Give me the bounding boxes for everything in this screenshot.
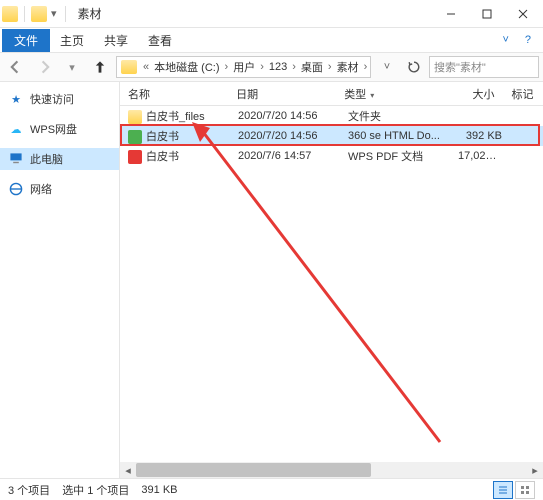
maximize-button[interactable] xyxy=(469,0,505,28)
network-icon xyxy=(8,181,24,197)
table-row[interactable]: 白皮书 2020/7/20 14:56 360 se HTML Do... 39… xyxy=(120,126,543,146)
file-rows: 白皮书_files 2020/7/20 14:56 文件夹 白皮书 2020/7… xyxy=(120,106,543,166)
cloud-icon: ☁ xyxy=(8,121,24,137)
recent-dropdown-icon[interactable]: ▾ xyxy=(60,55,84,79)
status-selection: 选中 1 个项目 xyxy=(62,482,129,498)
folder-icon xyxy=(121,60,137,74)
scroll-thumb[interactable] xyxy=(136,463,371,477)
help-icon[interactable]: ? xyxy=(515,34,541,46)
ribbon-collapse-icon[interactable]: ˅ xyxy=(496,34,514,46)
file-name: 白皮书_files xyxy=(146,111,205,123)
forward-button[interactable] xyxy=(32,55,56,79)
file-name: 白皮书 xyxy=(146,151,179,163)
file-list-pane: 名称 日期 类型 大小 标记 白皮书_files 2020/7/20 14:56… xyxy=(120,82,543,478)
file-type: WPS PDF 文档 xyxy=(340,148,450,164)
refresh-button[interactable] xyxy=(403,56,425,78)
breadcrumb-segment[interactable]: 本地磁盘 (C:) xyxy=(151,59,222,75)
folder-icon xyxy=(31,6,47,22)
share-tab[interactable]: 共享 xyxy=(94,29,138,52)
minimize-button[interactable] xyxy=(433,0,469,28)
file-name: 白皮书 xyxy=(146,131,179,143)
quick-access-toolbar: ▾ xyxy=(2,6,70,22)
qat-dropdown-icon[interactable]: ▾ xyxy=(49,7,59,20)
table-row[interactable]: 白皮书 2020/7/6 14:57 WPS PDF 文档 17,024 KB xyxy=(120,146,543,166)
titlebar: ▾ 素材 xyxy=(0,0,543,28)
sidebar-item-network[interactable]: 网络 xyxy=(0,178,119,200)
sidebar-item-wps[interactable]: ☁ WPS网盘 xyxy=(0,118,119,140)
sidebar-item-this-pc[interactable]: 此电脑 xyxy=(0,148,119,170)
star-icon: ★ xyxy=(8,91,24,107)
ribbon-tabs: 文件 主页 共享 查看 ˅ ? xyxy=(0,28,543,52)
up-button[interactable] xyxy=(88,55,112,79)
breadcrumb-segment[interactable]: 123 xyxy=(266,61,290,73)
breadcrumb-segment[interactable]: 桌面 xyxy=(298,59,326,75)
back-button[interactable] xyxy=(4,55,28,79)
breadcrumb-segment[interactable]: 用户 xyxy=(230,59,258,75)
scroll-left-icon[interactable]: ◂ xyxy=(120,462,136,478)
home-tab[interactable]: 主页 xyxy=(50,29,94,52)
file-date: 2020/7/20 14:56 xyxy=(230,110,340,122)
horizontal-scrollbar[interactable]: ◂ ▸ xyxy=(120,462,543,478)
file-type: 360 se HTML Do... xyxy=(340,130,450,142)
annotation-arrow xyxy=(190,122,450,452)
scroll-right-icon[interactable]: ▸ xyxy=(527,462,543,478)
folder-icon xyxy=(128,110,142,124)
column-tag[interactable]: 标记 xyxy=(503,86,543,102)
chevron-right-icon: › xyxy=(223,61,231,73)
pc-icon xyxy=(8,151,24,167)
file-size: 17,024 KB xyxy=(450,150,510,162)
file-size: 392 KB xyxy=(450,130,510,142)
sidebar-item-quick-access[interactable]: ★ 快速访问 xyxy=(0,88,119,110)
breadcrumb[interactable]: « 本地磁盘 (C:) › 用户 › 123 › 桌面 › 素材 › xyxy=(116,56,371,78)
address-bar: ▾ « 本地磁盘 (C:) › 用户 › 123 › 桌面 › 素材 › ˅ 搜… xyxy=(0,52,543,82)
breadcrumb-segment[interactable]: 素材 xyxy=(334,59,362,75)
chevron-right-icon: › xyxy=(290,61,298,73)
column-date[interactable]: 日期 xyxy=(228,86,336,102)
sidebar-item-label: 网络 xyxy=(30,181,52,197)
view-tab[interactable]: 查看 xyxy=(138,29,182,52)
column-type[interactable]: 类型 xyxy=(336,86,444,102)
nav-sidebar: ★ 快速访问 ☁ WPS网盘 此电脑 网络 xyxy=(0,82,120,478)
folder-icon xyxy=(2,6,18,22)
breadcrumb-dropdown-icon[interactable]: ˅ xyxy=(375,55,399,79)
search-placeholder: 搜索"素材" xyxy=(434,59,486,75)
search-input[interactable]: 搜索"素材" xyxy=(429,56,539,78)
column-size[interactable]: 大小 xyxy=(444,86,503,102)
status-bar: 3 个项目 选中 1 个项目 391 KB xyxy=(0,478,543,500)
column-name[interactable]: 名称 xyxy=(120,86,228,102)
view-details-button[interactable] xyxy=(493,481,513,499)
status-selection-size: 391 KB xyxy=(141,484,177,496)
view-icons-button[interactable] xyxy=(515,481,535,499)
chevron-right-icon: › xyxy=(326,61,334,73)
chevron-right-icon: › xyxy=(362,61,370,73)
sidebar-item-label: WPS网盘 xyxy=(30,121,77,137)
file-date: 2020/7/6 14:57 xyxy=(230,150,340,162)
sidebar-item-label: 快速访问 xyxy=(30,91,74,107)
status-item-count: 3 个项目 xyxy=(8,482,50,498)
chevron-right-icon[interactable]: « xyxy=(141,61,151,73)
file-type: 文件夹 xyxy=(340,108,450,124)
chevron-right-icon: › xyxy=(258,61,266,73)
sidebar-item-label: 此电脑 xyxy=(30,151,63,167)
close-button[interactable] xyxy=(505,0,541,28)
file-date: 2020/7/20 14:56 xyxy=(230,130,340,142)
window-title: 素材 xyxy=(78,5,102,22)
html-icon xyxy=(128,130,142,144)
file-tab[interactable]: 文件 xyxy=(2,29,50,52)
column-headers: 名称 日期 类型 大小 标记 xyxy=(120,82,543,106)
pdf-icon xyxy=(128,150,142,164)
table-row[interactable]: 白皮书_files 2020/7/20 14:56 文件夹 xyxy=(120,106,543,126)
content-area: ★ 快速访问 ☁ WPS网盘 此电脑 网络 名称 日期 类型 大小 标记 白 xyxy=(0,82,543,478)
